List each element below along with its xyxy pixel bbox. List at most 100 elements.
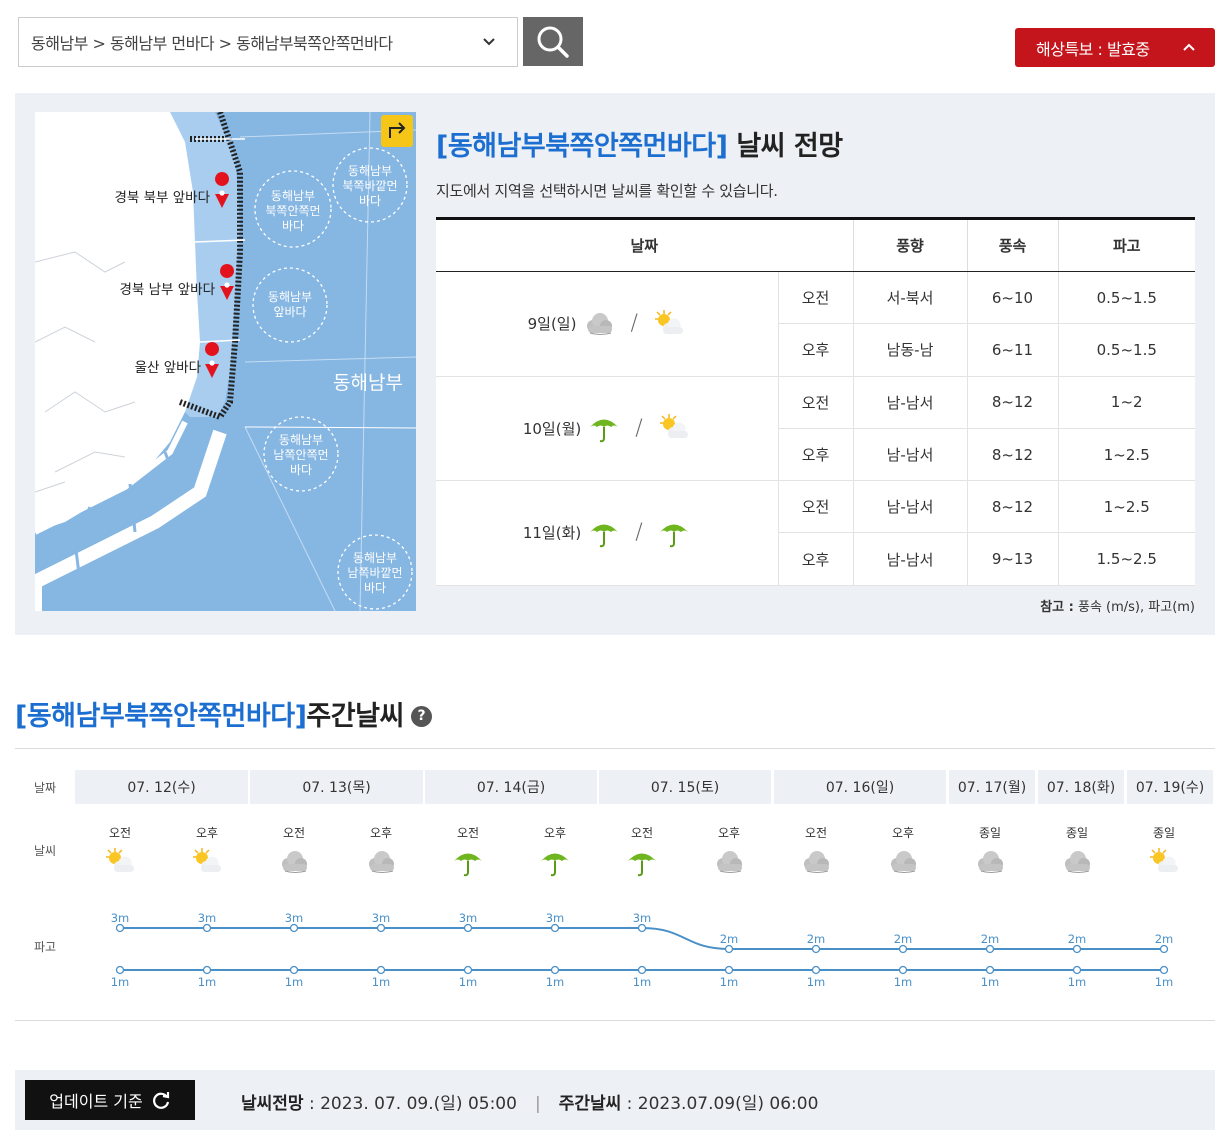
- col-header-wave: 파고: [1057, 218, 1195, 272]
- min-wave-point: [1159, 965, 1169, 975]
- row-label-weather: 날씨: [34, 844, 57, 858]
- day-label: 9일(일): [527, 315, 577, 334]
- weather-icon-cell: [364, 846, 398, 878]
- region-select[interactable]: 동해남부 > 동해남부 먼바다 > 동해남부북쪽안쪽먼바다: [18, 17, 518, 67]
- search-icon: [537, 26, 569, 58]
- day-label: 10일(월): [522, 419, 582, 438]
- marker-label-gyeongbuk-north[interactable]: 경북 북부 앞바다: [114, 190, 210, 206]
- wave-cell: 1~2.5: [1057, 480, 1195, 534]
- wind-speed-cell: 6~10: [966, 271, 1058, 325]
- max-wave-point: [724, 944, 734, 954]
- chevron-up-icon: [1183, 43, 1195, 51]
- max-wave-point: [985, 944, 995, 954]
- wave-cell: 1.5~2.5: [1057, 532, 1195, 586]
- slot-label: 오후: [369, 826, 393, 840]
- min-wave-point: [550, 965, 560, 975]
- max-wave-point: [898, 944, 908, 954]
- wave-height-chart: 3m 1m 3m 1m 3m 1m 3m 1m 3m 1m 3m 1m 3m 1m 2m 1m 2m 1m 2m 1m…: [111, 911, 1174, 989]
- date-cell: 07. 18(화): [1038, 770, 1124, 804]
- rain-umbrella-icon: [590, 524, 619, 548]
- weather-icon-cell: [973, 846, 1007, 878]
- cloudy-icon: [891, 851, 916, 873]
- weekly-title: [동해남부북쪽안쪽먼바다] 주간날씨?: [15, 694, 432, 733]
- zone-label-coastal[interactable]: 동해남부 앞바다: [268, 290, 312, 319]
- slash-separator: /: [630, 311, 638, 337]
- max-wave-label: 2m: [981, 932, 1000, 946]
- min-wave-point: [724, 965, 734, 975]
- region-label: 동해남부: [333, 372, 403, 394]
- update-button[interactable]: 업데이트 기준: [25, 1080, 195, 1120]
- max-wave-label: 3m: [111, 911, 130, 925]
- min-wave-point: [376, 965, 386, 975]
- refresh-icon: [152, 1092, 169, 1109]
- wind-dir-cell: 남-남서: [852, 428, 967, 482]
- period-cell: 오후: [777, 323, 853, 377]
- marker-label-ulsan[interactable]: 울산 앞바다: [135, 360, 202, 376]
- min-wave-label: 1m: [546, 975, 565, 989]
- max-wave-label: 2m: [720, 932, 739, 946]
- min-wave-point: [289, 965, 299, 975]
- day-cell: 11일(화) /: [436, 480, 778, 586]
- slot-label: 종일: [1065, 826, 1089, 840]
- wind-dir-cell: 서-북서: [852, 271, 967, 325]
- max-wave-label: 2m: [807, 932, 826, 946]
- col-header-date: 날짜: [436, 218, 853, 272]
- date-cell: 07. 15(토): [599, 770, 771, 804]
- min-wave-label: 1m: [285, 975, 304, 989]
- min-wave-point: [202, 965, 212, 975]
- max-wave-point: [463, 923, 473, 933]
- col-header-wind-dir: 풍향: [852, 218, 967, 272]
- min-wave-label: 1m: [807, 975, 826, 989]
- min-wave-point: [1072, 965, 1082, 975]
- max-wave-label: 2m: [1068, 932, 1087, 946]
- col-header-wind-speed: 풍속: [966, 218, 1058, 272]
- max-wave-point: [289, 923, 299, 933]
- min-wave-point: [115, 965, 125, 975]
- wind-dir-cell: 남-남서: [852, 480, 967, 534]
- min-wave-label: 1m: [1068, 975, 1087, 989]
- rain-umbrella-icon: [541, 853, 569, 877]
- max-wave-point: [1072, 944, 1082, 954]
- weather-icon-cell: [103, 846, 137, 878]
- partly-sunny-icon: [659, 414, 688, 439]
- max-wave-label: 3m: [372, 911, 391, 925]
- wave-cell: 0.5~1.5: [1057, 323, 1195, 377]
- date-cell: 07. 12(수): [75, 770, 248, 804]
- date-cell: 07. 17(월): [949, 770, 1035, 804]
- max-wave-label: 3m: [546, 911, 565, 925]
- region-map[interactable]: 동해남부 북쪽안쪽먼 바다 동해남부 북쪽바깥먼 바다 동해남부 앞바다 동해남부 남쪽안쪽…: [35, 112, 416, 611]
- slot-label: 종일: [1152, 826, 1176, 840]
- min-wave-label: 1m: [720, 975, 739, 989]
- max-wave-label: 3m: [285, 911, 304, 925]
- slash-separator: /: [635, 415, 643, 441]
- date-cell: 07. 13(목): [250, 770, 423, 804]
- min-wave-point: [898, 965, 908, 975]
- help-icon[interactable]: ?: [410, 706, 432, 727]
- max-wave-point: [115, 923, 125, 933]
- search-button[interactable]: [523, 17, 583, 66]
- wind-speed-cell: 6~11: [966, 323, 1058, 377]
- slot-label: 오전: [456, 826, 480, 840]
- weather-icon-cell: [451, 846, 485, 878]
- period-cell: 오전: [777, 271, 853, 325]
- wind-dir-cell: 남-남서: [852, 376, 967, 429]
- slot-label: 오후: [543, 826, 567, 840]
- partly-sunny-icon: [654, 309, 683, 334]
- weather-icon-cell: [712, 846, 746, 878]
- wave-cell: 0.5~1.5: [1057, 271, 1195, 325]
- rotate-map-button[interactable]: [381, 115, 413, 147]
- cloudy-icon: [282, 851, 307, 873]
- marker-label-gyeongbuk-south[interactable]: 경북 남부 앞바다: [119, 282, 215, 298]
- min-wave-point: [985, 965, 995, 975]
- cloudy-icon: [587, 312, 613, 335]
- max-wave-point: [550, 923, 560, 933]
- marine-alert-button[interactable]: 해상특보 : 발효중: [1015, 28, 1215, 67]
- max-wave-label: 3m: [459, 911, 478, 925]
- min-wave-label: 1m: [894, 975, 913, 989]
- slot-label: 오후: [891, 826, 915, 840]
- period-cell: 오후: [777, 428, 853, 482]
- wind-speed-cell: 8~12: [966, 376, 1058, 429]
- max-wave-point: [637, 923, 647, 933]
- weather-icon-cell: [1147, 846, 1181, 878]
- max-wave-point: [1159, 944, 1169, 954]
